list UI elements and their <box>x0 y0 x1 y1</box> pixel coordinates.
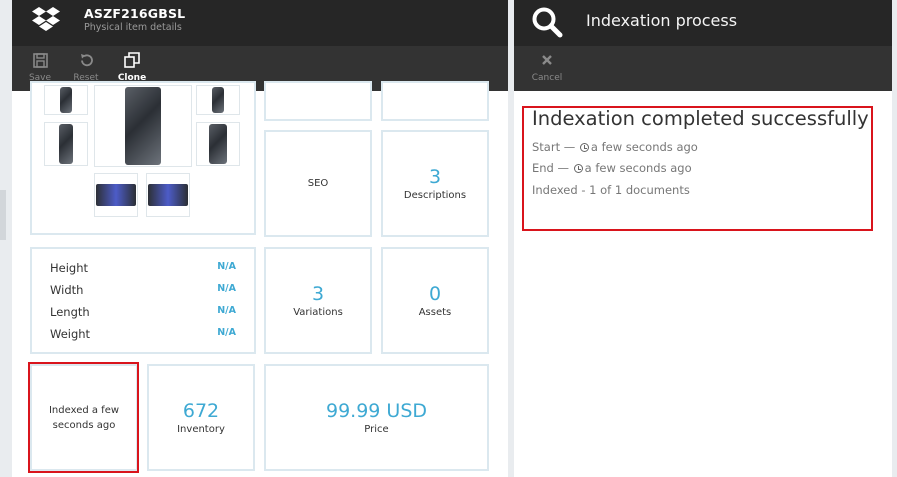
dimension-value: N/A <box>217 283 236 294</box>
indexed-highlight-box <box>28 362 139 473</box>
inventory-card[interactable]: 672 Inventory <box>147 364 255 471</box>
clone-button[interactable]: Clone <box>118 46 146 83</box>
dimensions-card[interactable]: Height N/A Width N/A Length N/A Weight N… <box>30 247 256 354</box>
descriptions-card[interactable]: 3 Descriptions <box>381 130 489 237</box>
assets-label: Assets <box>418 307 452 318</box>
save-icon <box>32 51 48 69</box>
cancel-label: Cancel <box>531 73 563 83</box>
seo-card[interactable]: SEO <box>264 130 372 237</box>
dimension-row: Width N/A <box>50 283 236 297</box>
close-icon <box>541 51 553 69</box>
dimension-value: N/A <box>217 327 236 338</box>
gallery-main-image[interactable] <box>94 85 192 167</box>
cancel-button[interactable]: Cancel <box>531 46 563 83</box>
price-card[interactable]: 99.99 USD Price <box>264 364 489 471</box>
gallery-thumbnail[interactable] <box>196 85 240 115</box>
search-icon <box>531 6 565 42</box>
inventory-label: Inventory <box>177 424 225 435</box>
blade-header: ASZF216GBSL Physical item details <box>12 0 508 46</box>
gallery-thumbnail[interactable] <box>44 85 88 115</box>
blade-title: ASZF216GBSL <box>84 6 186 21</box>
variations-count: 3 <box>311 283 325 305</box>
reset-icon <box>79 51 94 69</box>
dimension-label: Length <box>50 305 90 319</box>
result-highlight-box <box>522 106 873 231</box>
blade-title: Indexation process <box>586 11 738 30</box>
image-gallery-card[interactable] <box>30 81 256 235</box>
dimension-label: Width <box>50 283 84 297</box>
info-card-partial[interactable] <box>381 81 489 121</box>
dropbox-icon <box>31 6 61 38</box>
descriptions-label: Descriptions <box>403 190 467 201</box>
variations-label: Variations <box>293 307 343 318</box>
blade-content: Indexation completed successfully Start … <box>514 91 892 477</box>
indexation-blade: Indexation process Cancel Indexation com… <box>514 0 892 477</box>
gallery-thumbnail[interactable] <box>94 173 138 217</box>
save-button[interactable]: Save <box>27 46 53 83</box>
price-label: Price <box>364 424 389 435</box>
blade-header: Indexation process <box>514 0 892 46</box>
inventory-count: 672 <box>182 400 220 422</box>
dimension-row: Length N/A <box>50 305 236 319</box>
assets-count: 0 <box>428 283 442 305</box>
blade-toolbar: Cancel <box>514 46 892 91</box>
price-value: 99.99 USD <box>325 400 428 422</box>
blade-content: SEO 3 Descriptions Height N/A Width N/A … <box>12 81 508 477</box>
variations-card[interactable]: 3 Variations <box>264 247 372 354</box>
physical-item-blade: ASZF216GBSL Physical item details Save R… <box>12 0 508 477</box>
descriptions-count: 3 <box>428 166 442 188</box>
seo-label: SEO <box>307 178 329 189</box>
assets-card[interactable]: 0 Assets <box>381 247 489 354</box>
dimension-row: Weight N/A <box>50 327 236 341</box>
info-card-partial[interactable] <box>264 81 372 121</box>
clone-icon <box>124 51 140 69</box>
gallery-thumbnail[interactable] <box>146 173 190 217</box>
blade-subtitle: Physical item details <box>84 22 182 33</box>
dimension-label: Weight <box>50 327 91 341</box>
dimension-value: N/A <box>217 261 236 272</box>
gallery-thumbnail[interactable] <box>196 122 240 166</box>
reset-button[interactable]: Reset <box>73 46 99 83</box>
gallery-thumbnail[interactable] <box>44 122 88 166</box>
dimension-label: Height <box>50 261 89 275</box>
dimension-row: Height N/A <box>50 261 236 275</box>
dimension-value: N/A <box>217 305 236 316</box>
background-scroll-strip <box>0 190 6 240</box>
